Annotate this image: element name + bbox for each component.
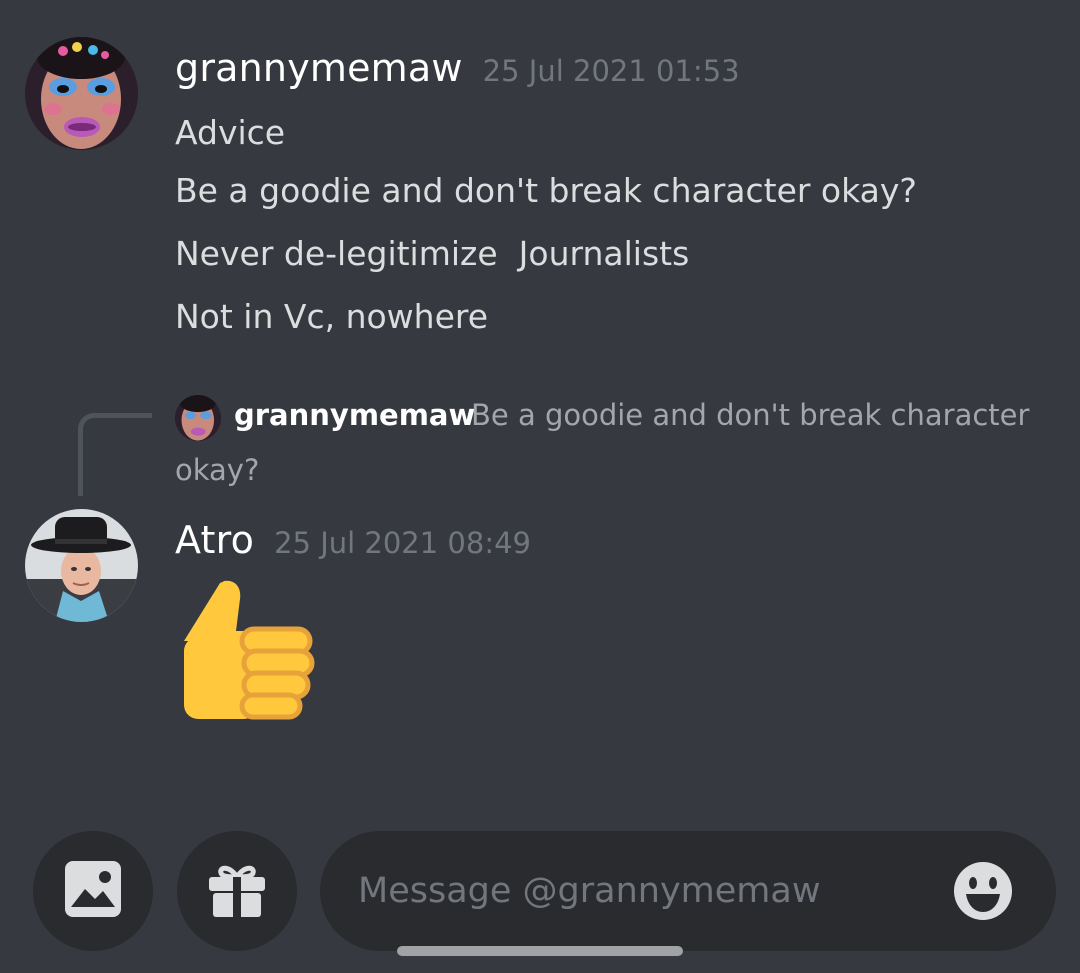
message-line: Never de-legitimize Journalists — [175, 234, 690, 273]
gift-button[interactable] — [177, 831, 297, 951]
image-upload-button[interactable] — [33, 831, 153, 951]
avatar-grannymemaw[interactable] — [25, 37, 138, 150]
reply-preview-text[interactable]: Be a goodie and don't break character — [471, 398, 1029, 432]
reply-spine — [78, 413, 152, 496]
author-name[interactable]: grannymemaw — [175, 46, 463, 90]
message-line: Advice — [175, 113, 286, 152]
message-line: Not in Vc, nowhere — [175, 297, 489, 336]
message-header: Atro 25 Jul 2021 08:49 — [175, 518, 531, 562]
timestamp: 25 Jul 2021 01:53 — [482, 54, 740, 88]
reply-author[interactable]: grannymemaw — [234, 398, 475, 432]
emoji-icon — [952, 862, 1014, 926]
message-header: grannymemaw 25 Jul 2021 01:53 — [175, 46, 740, 90]
reply-preview-text[interactable]: okay? — [175, 453, 259, 487]
chat-screen: grannymemaw 25 Jul 2021 01:53 Advice Be … — [0, 0, 1080, 973]
author-name[interactable]: Atro — [175, 518, 254, 562]
timestamp: 25 Jul 2021 08:49 — [274, 526, 531, 560]
home-indicator[interactable] — [397, 946, 683, 956]
gift-icon — [207, 859, 267, 923]
emoji-button[interactable] — [952, 860, 1014, 922]
reply-avatar[interactable] — [175, 395, 221, 441]
avatar-atro[interactable] — [25, 509, 138, 622]
message-composer — [320, 831, 1056, 951]
thumbs-up-icon[interactable] — [180, 575, 320, 725]
message-input[interactable] — [358, 831, 918, 951]
image-icon — [63, 859, 123, 923]
message-line: Be a goodie and don't break character ok… — [175, 171, 917, 210]
